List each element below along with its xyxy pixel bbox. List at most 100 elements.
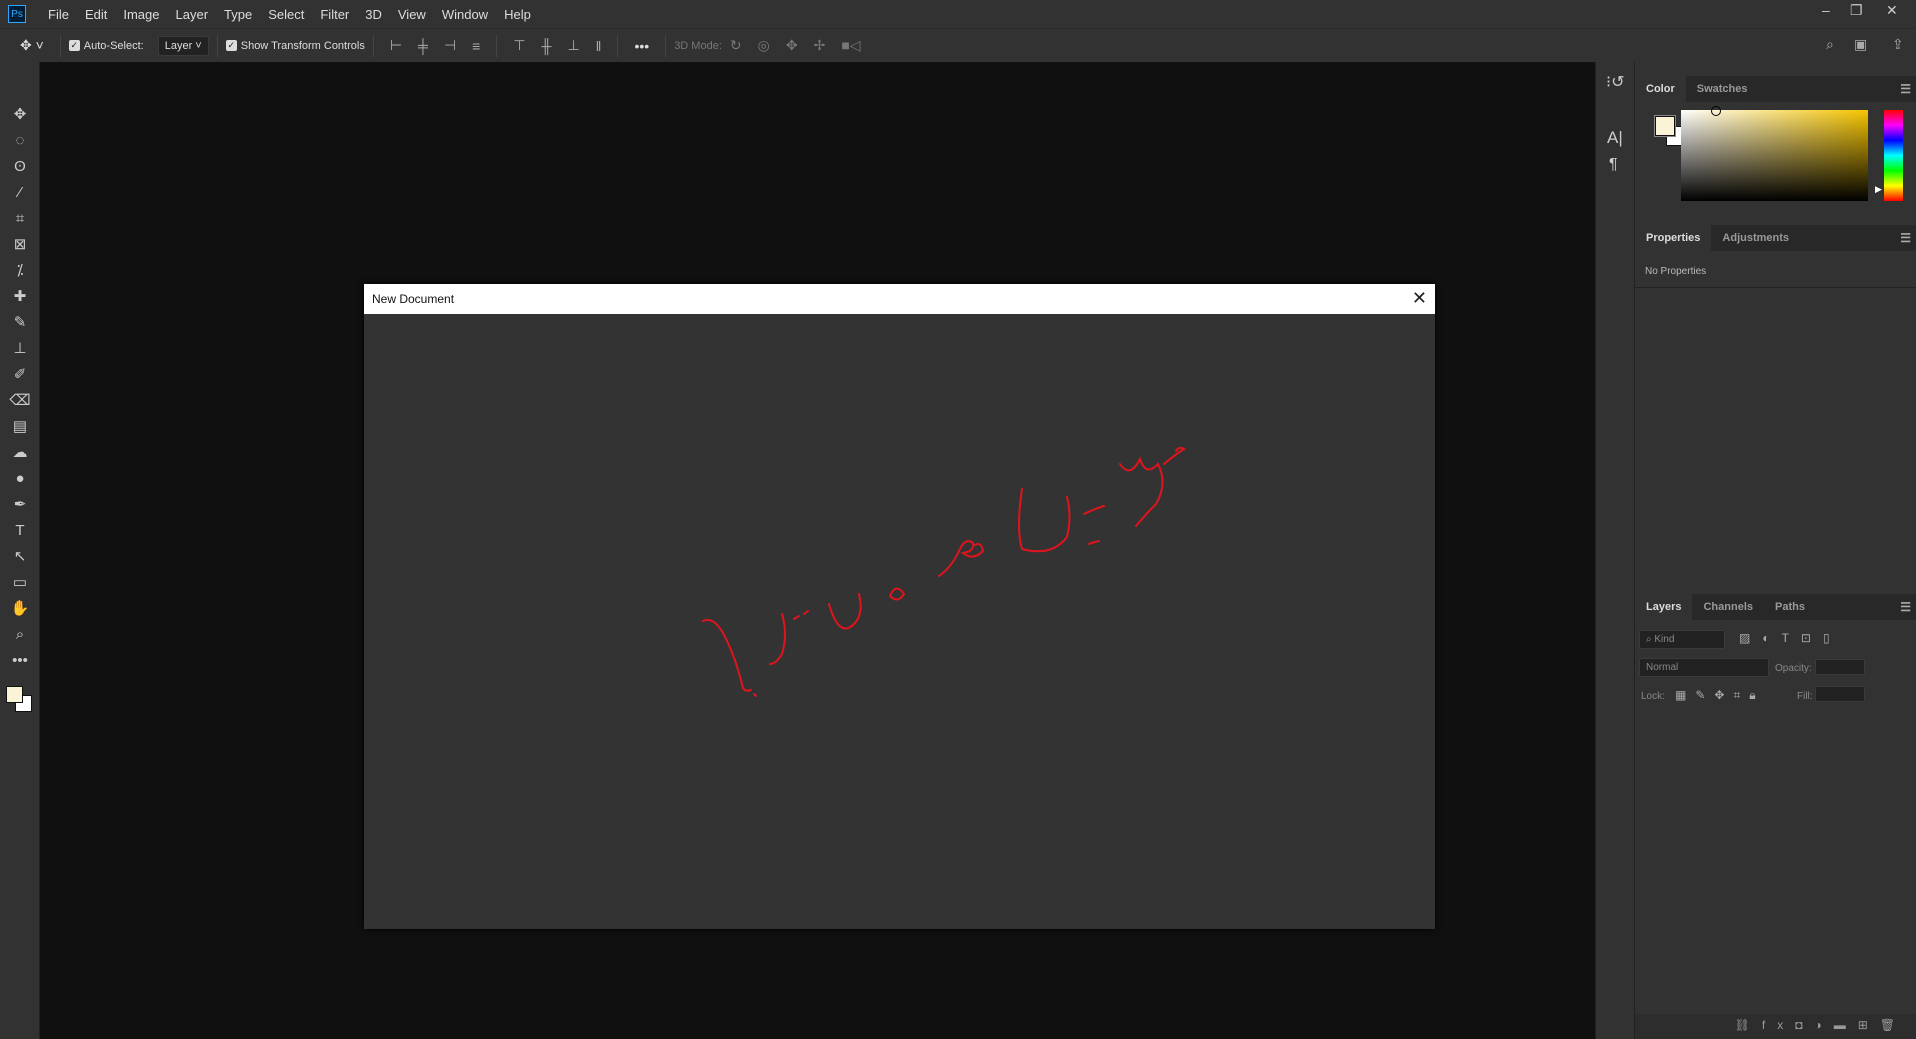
auto-select-checkbox[interactable]: ✓: [68, 40, 80, 51]
layer-filter-icons[interactable]: ▨◐T⊡▯: [1739, 631, 1842, 645]
distribute-icon[interactable]: ≡: [472, 38, 480, 54]
pen-tool-icon[interactable]: ✒: [8, 494, 32, 516]
blend-mode-value: Normal: [1646, 662, 1679, 673]
panel-menu-icon[interactable]: ☰: [1900, 600, 1911, 614]
healing-tool-icon[interactable]: ✚: [8, 286, 32, 308]
tab-paths[interactable]: Paths: [1764, 594, 1816, 620]
minimize-button[interactable]: –: [1822, 2, 1830, 18]
align-right-icon[interactable]: ⊣: [444, 37, 456, 54]
menu-filter[interactable]: Filter: [312, 7, 357, 22]
dialog-close-button[interactable]: ✕: [1412, 288, 1427, 309]
hue-slider-handle[interactable]: ▶: [1875, 184, 1882, 195]
show-transform-checkbox[interactable]: ✓: [225, 40, 237, 51]
dialog-title: New Document: [372, 292, 455, 306]
layer-filter-dropdown[interactable]: ⌕ Kind: [1639, 630, 1725, 649]
handwriting-scribble: [702, 446, 1186, 697]
workspace-icon[interactable]: ▣: [1854, 36, 1867, 53]
opacity-input[interactable]: [1815, 659, 1865, 675]
color-field[interactable]: [1681, 106, 1868, 201]
3d-camera-icon[interactable]: ■◁: [841, 37, 860, 54]
foreground-color[interactable]: [6, 686, 23, 703]
character-icon[interactable]: A|: [1607, 128, 1623, 148]
3d-orbit-icon[interactable]: ↻: [730, 37, 742, 54]
move-tool-icon[interactable]: ✥ ˅: [20, 37, 44, 54]
menu-3d[interactable]: 3D: [357, 7, 390, 22]
lock-label: Lock:: [1641, 691, 1665, 702]
align-top-icon[interactable]: ⊤: [513, 37, 525, 54]
paragraph-icon[interactable]: ¶: [1609, 156, 1618, 174]
eyedropper-tool-icon[interactable]: ⁒: [8, 260, 32, 282]
lasso-tool-icon[interactable]: ʘ: [8, 156, 32, 178]
stamp-tool-icon[interactable]: ⊥: [8, 338, 32, 360]
tab-layers[interactable]: Layers: [1635, 594, 1693, 620]
distribute-vertical-icon[interactable]: ‖: [596, 38, 602, 54]
fill-label: Fill:: [1797, 691, 1813, 702]
search-icon[interactable]: ⌕: [1826, 36, 1834, 53]
show-transform-label: Show Transform Controls: [240, 39, 365, 52]
path-select-tool-icon[interactable]: ↖: [8, 546, 32, 568]
marquee-tool-icon[interactable]: ◌: [8, 130, 32, 152]
move-tool-icon[interactable]: ✥: [8, 104, 32, 126]
color-picker-cursor[interactable]: [1711, 106, 1721, 116]
panel-menu-icon[interactable]: ☰: [1900, 231, 1911, 245]
auto-select-target-dropdown[interactable]: Layer ˅: [157, 35, 209, 56]
type-tool-icon[interactable]: T: [8, 520, 32, 542]
frame-tool-icon[interactable]: ⊠: [8, 234, 32, 256]
gradient-tool-icon[interactable]: ▤: [8, 416, 32, 438]
menu-window[interactable]: Window: [434, 7, 496, 22]
no-properties-text: No Properties: [1645, 266, 1707, 277]
more-options-button[interactable]: •••: [634, 38, 649, 54]
tab-color[interactable]: Color: [1635, 76, 1686, 102]
tab-properties[interactable]: Properties: [1635, 225, 1712, 251]
align-center-icon[interactable]: ╪: [418, 38, 428, 54]
blend-mode-dropdown[interactable]: Normal: [1639, 658, 1769, 677]
eraser-tool-icon[interactable]: ⌫: [8, 390, 32, 412]
panel-menu-icon[interactable]: ☰: [1900, 82, 1911, 96]
more-tool-icon[interactable]: •••: [8, 650, 32, 672]
dodge-tool-icon[interactable]: ●: [8, 468, 32, 490]
fill-input[interactable]: [1815, 686, 1865, 702]
magic-wand-tool-icon[interactable]: ⁄: [8, 182, 32, 204]
restore-button[interactable]: ❐: [1850, 2, 1863, 19]
tab-channels[interactable]: Channels: [1692, 594, 1764, 620]
crop-tool-icon[interactable]: ⌗: [8, 208, 32, 230]
3d-slide-icon[interactable]: ✢: [814, 37, 826, 54]
menu-help[interactable]: Help: [496, 7, 539, 22]
menu-image[interactable]: Image: [115, 7, 167, 22]
layers-panel-tabs: Layers Channels Paths ☰: [1635, 594, 1916, 620]
tab-swatches[interactable]: Swatches: [1686, 76, 1759, 102]
close-window-button[interactable]: ✕: [1886, 2, 1898, 19]
layer-filter-kind: Kind: [1654, 634, 1675, 645]
red-handwriting: [702, 446, 1186, 697]
align-left-icon[interactable]: ⊢: [390, 37, 402, 54]
history-brush-tool-icon[interactable]: ✐: [8, 364, 32, 386]
tab-adjustments[interactable]: Adjustments: [1711, 225, 1800, 251]
hand-tool-icon[interactable]: ✋: [8, 598, 32, 620]
history-icon[interactable]: ⁝↺: [1606, 72, 1625, 92]
hue-slider[interactable]: [1884, 110, 1903, 201]
menu-view[interactable]: View: [390, 7, 434, 22]
menu-select[interactable]: Select: [260, 7, 312, 22]
color-panel-tabs: Color Swatches ☰: [1635, 76, 1916, 102]
zoom-tool-icon[interactable]: ⌕: [8, 624, 32, 646]
smudge-tool-icon[interactable]: ☁: [8, 442, 32, 464]
auto-select-label: Auto-Select:: [83, 39, 144, 52]
menu-edit[interactable]: Edit: [77, 7, 115, 22]
menu-layer[interactable]: Layer: [168, 7, 217, 22]
menu-bar: Ps File Edit Image Layer Type Select Fil…: [0, 0, 1916, 28]
rectangle-tool-icon[interactable]: ▭: [8, 572, 32, 594]
share-icon[interactable]: ⇪: [1892, 36, 1904, 53]
foreground-color-swatch[interactable]: [1654, 115, 1676, 137]
3d-pan-icon[interactable]: ✥: [786, 37, 798, 54]
collapsed-panel-dock: ⁝↺ A| ¶: [1595, 62, 1634, 1039]
align-middle-icon[interactable]: ╫: [542, 38, 552, 54]
menu-file[interactable]: File: [40, 7, 77, 22]
lock-icons[interactable]: ▦✎✥⌗🔒︎: [1675, 688, 1765, 703]
layers-footer-icons[interactable]: ⛓fx◘◑▬⊞🗑︎: [1635, 1014, 1916, 1039]
align-bottom-icon[interactable]: ⊥: [567, 37, 579, 54]
3d-mode-label: 3D Mode:: [674, 39, 722, 52]
3d-roll-icon[interactable]: ◎: [758, 37, 770, 54]
menu-type[interactable]: Type: [216, 7, 260, 22]
brush-tool-icon[interactable]: ✎: [8, 312, 32, 334]
tools-panel: ✥ ◌ ʘ ⁄ ⌗ ⊠ ⁒ ✚ ✎ ⊥ ✐ ⌫ ▤ ☁ ● ✒ T ↖ ▭ ✋ ⌕ •••: [0, 62, 40, 1039]
